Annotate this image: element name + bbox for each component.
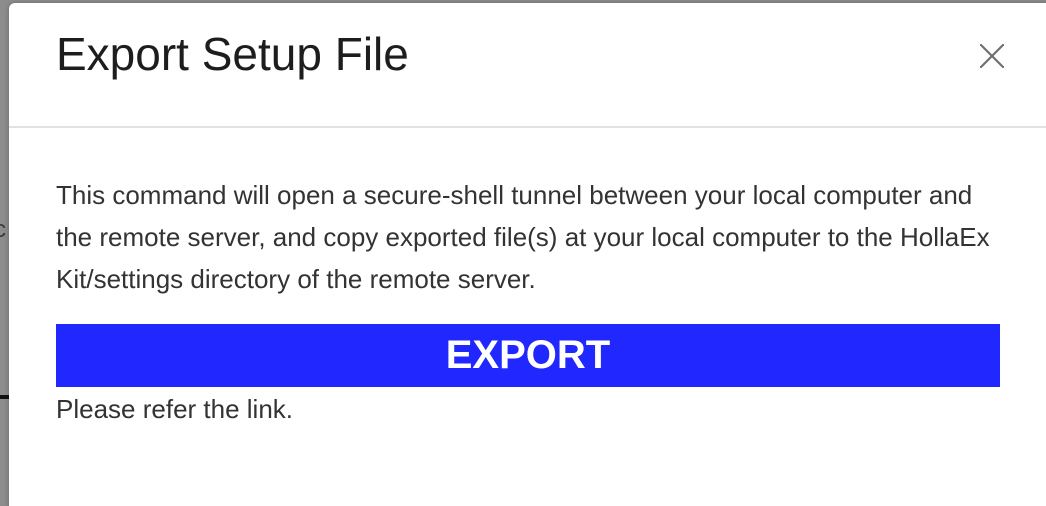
- modal-backdrop[interactable]: c Export Setup File This command will op…: [0, 0, 1046, 506]
- background-text-fragment: c: [0, 216, 6, 243]
- dialog-title: Export Setup File: [56, 28, 409, 80]
- close-icon: [979, 43, 1005, 69]
- refer-link-text[interactable]: Please refer the link.: [56, 394, 293, 425]
- dialog-header: Export Setup File: [9, 3, 1046, 128]
- export-button[interactable]: EXPORT: [56, 324, 1000, 387]
- close-button[interactable]: [975, 39, 1009, 73]
- export-setup-dialog: Export Setup File This command will open…: [9, 3, 1046, 506]
- dialog-description: This command will open a secure-shell tu…: [56, 180, 990, 294]
